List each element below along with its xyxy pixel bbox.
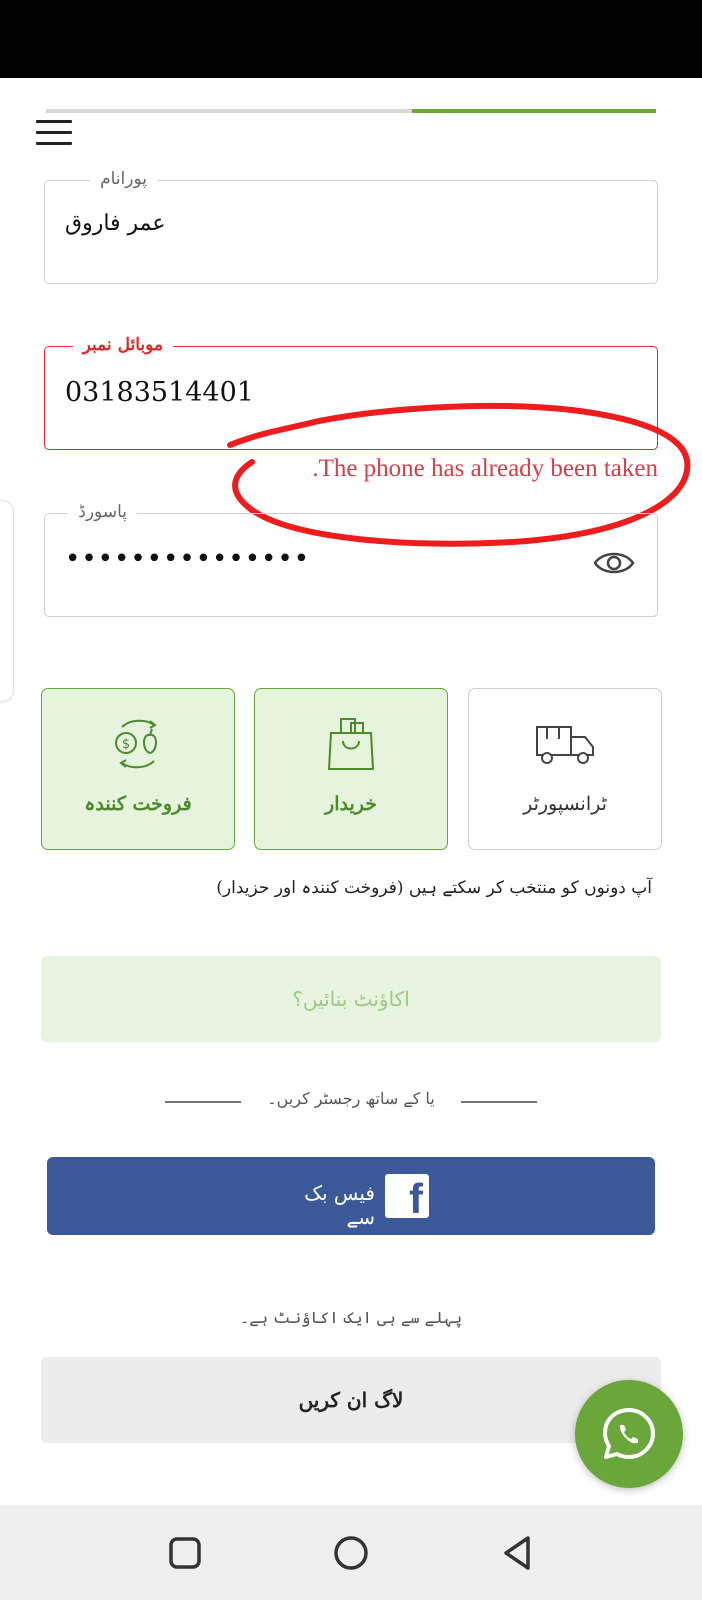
back-icon[interactable] [498,1533,538,1573]
or-register-with-text: یا کے ساتھ رجسٹر کریں۔ [267,1089,435,1108]
money-exchange-icon: $ [115,719,157,769]
role-label-buyer: خریدار [325,793,377,815]
truck-icon [536,726,594,764]
password-field[interactable]: پاسورڈ ••••••••••••••• [44,500,658,617]
system-nav-bar [0,1505,702,1600]
whatsapp-button[interactable] [575,1380,683,1488]
mobile-value: 03183514401 [65,377,254,408]
side-drawer-handle[interactable] [0,500,14,702]
password-field-label: پاسورڈ [68,500,137,524]
password-value: ••••••••••••••• [65,544,311,574]
eye-icon[interactable] [593,548,635,578]
role-card-seller[interactable]: $ فروخت کنندہ [41,688,235,850]
roles-hint: آپ دونوں کو منتخب کر سکتے ہیں (فروخت کنن… [216,878,652,898]
progress-fill [412,109,656,113]
login-button[interactable]: لاگ ان کریں [41,1357,661,1443]
mobile-field-label: موبائل نمبر [72,333,173,357]
facebook-button-label: فیس بک سے [304,1181,375,1229]
mobile-field[interactable]: موبائل نمبر 03183514401 [44,333,658,450]
facebook-icon: f [385,1174,429,1220]
home-icon[interactable] [331,1533,371,1573]
create-account-button[interactable]: اکاؤنٹ بنائیں؟ [41,956,661,1042]
role-card-transporter[interactable]: ٹرانسپورٹر [468,688,662,850]
name-field[interactable]: پورانام عمر فاروق [44,167,658,284]
name-field-label: پورانام [90,167,157,191]
mobile-error-message: .The phone has already been taken [312,455,658,482]
name-value: عمر فاروق [65,211,166,236]
recent-apps-icon[interactable] [165,1533,205,1573]
already-have-account-text: پہلے سے ہی ایک اکاؤنٹ ہے۔ [239,1308,463,1327]
svg-text:$: $ [122,737,130,752]
role-label-seller: فروخت کنندہ [84,793,192,815]
menu-icon[interactable] [36,120,72,150]
status-bar [0,0,702,78]
progress-bar [46,109,656,113]
whatsapp-icon [603,1408,655,1459]
facebook-button[interactable]: فیس بک سے f [47,1157,655,1235]
shopping-bag-icon [327,718,375,770]
role-card-buyer[interactable]: خریدار [254,688,448,850]
role-label-transporter: ٹرانسپورٹر [523,793,607,815]
